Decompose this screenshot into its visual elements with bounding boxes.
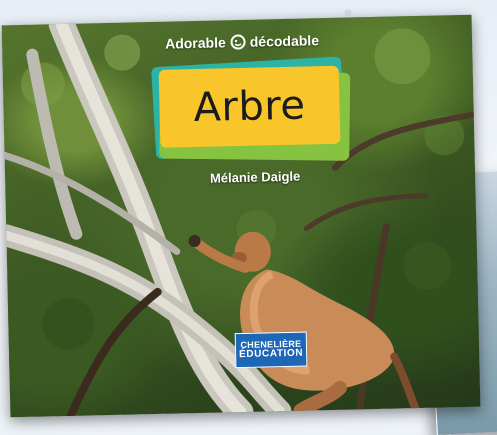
series-title-left: Adorable <box>164 34 226 52</box>
publisher-logo: CHENELIÈRE ÉDUCATION <box>234 331 308 369</box>
title-plate: Arbre <box>151 56 351 161</box>
book-cover: Adorable décodable Arbre Mélanie Daigle … <box>1 14 481 418</box>
title-plate-yellow-layer: Arbre <box>158 65 341 148</box>
book-title: Arbre <box>193 82 306 132</box>
smiley-loop-icon <box>230 34 246 50</box>
publisher-line-2: ÉDUCATION <box>238 347 304 361</box>
series-title-right: décodable <box>249 32 320 50</box>
